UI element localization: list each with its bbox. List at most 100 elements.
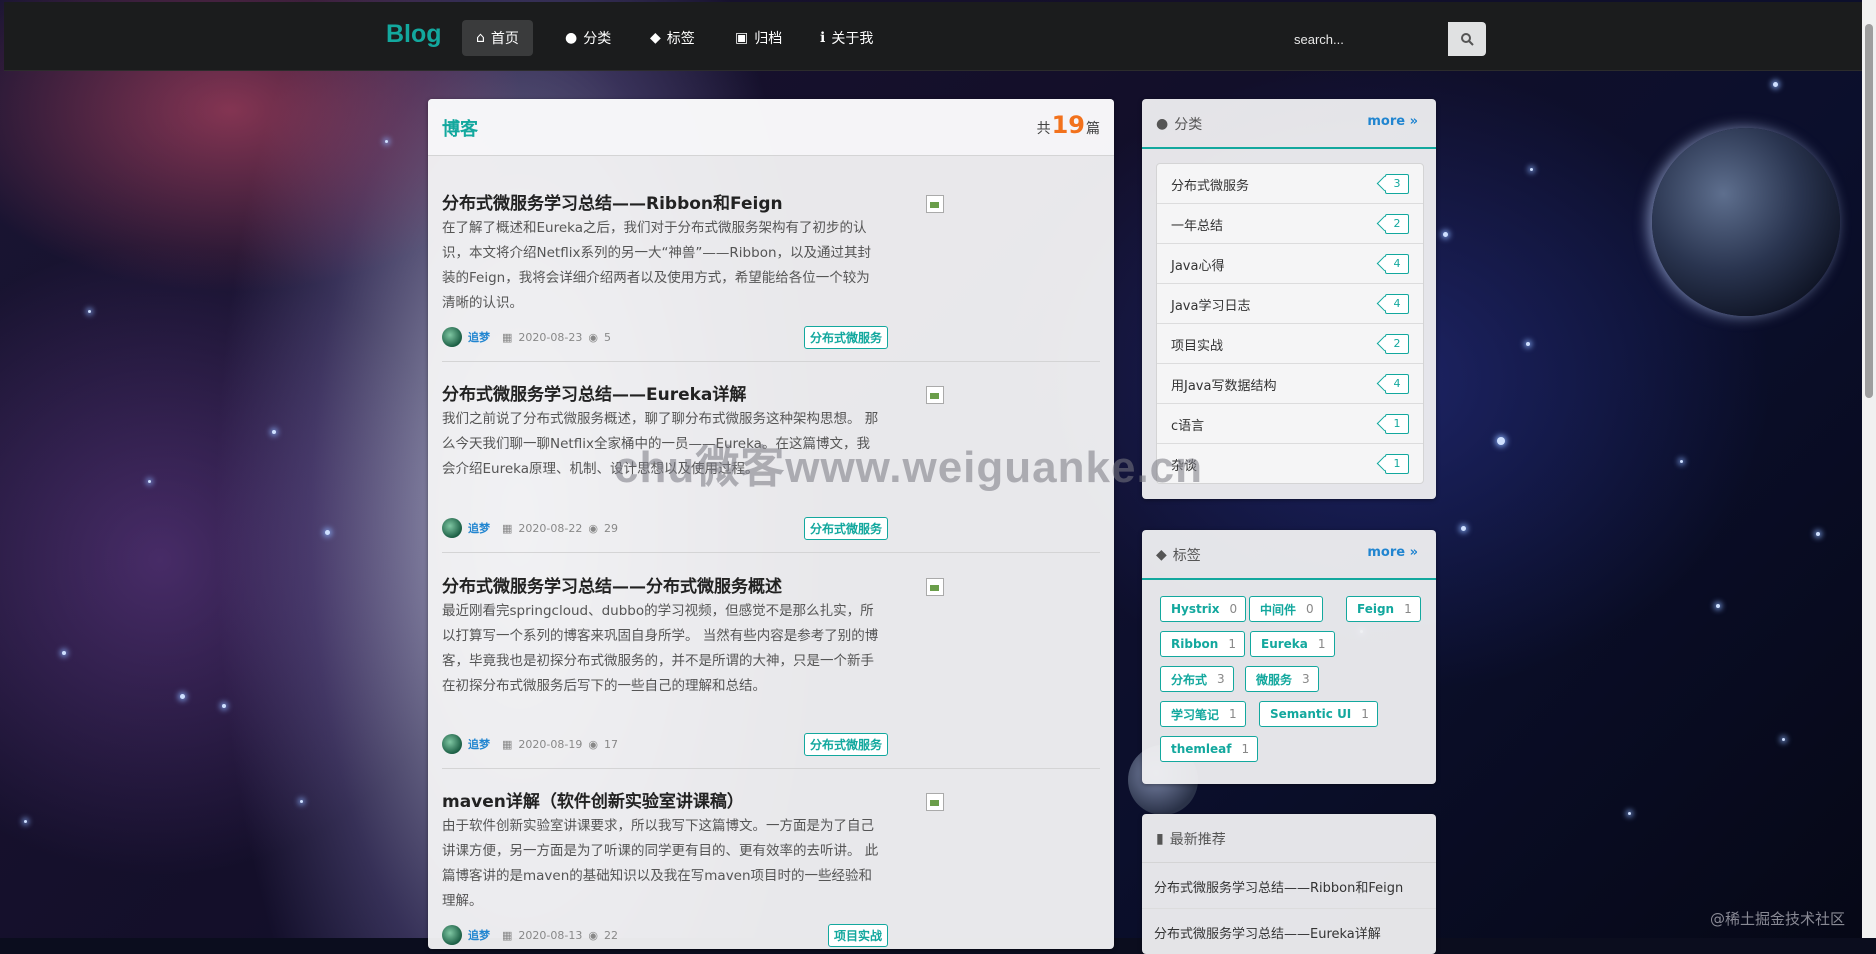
recommend-panel-header: ▮ 最新推荐: [1142, 814, 1436, 863]
watermark-text: chu微客www.weiguanke.cn: [614, 443, 1204, 492]
post-category-label[interactable]: 分布式微服务: [803, 517, 888, 540]
post-meta: 追梦 ▦ 2020-08-23 ◉ 5: [442, 327, 611, 347]
page-scrollbar[interactable]: [1862, 0, 1876, 938]
post-thumbnail[interactable]: [926, 386, 944, 404]
tag-item[interactable]: 学习笔记 1: [1160, 701, 1246, 727]
calendar-icon: ▦: [502, 928, 513, 942]
category-count: 3: [1385, 174, 1409, 194]
post-views: 17: [603, 737, 618, 751]
double-chevron-right-icon: »: [1409, 545, 1418, 560]
tag-item[interactable]: Feign 1: [1346, 596, 1421, 622]
tag-more-link[interactable]: more »: [1367, 545, 1418, 560]
post-category-label[interactable]: 分布式微服务: [803, 733, 888, 756]
category-count: 1: [1385, 454, 1409, 474]
tag-item[interactable]: themleaf 1: [1160, 736, 1259, 762]
eye-icon: ◉: [588, 737, 598, 751]
post-summary: 最近刚看完springcloud、dubbo的学习视频，但感觉不是那么扎实，所以…: [442, 603, 879, 694]
search-input[interactable]: [1280, 22, 1448, 56]
nav-item-about[interactable]: ℹ 关于我: [806, 20, 887, 56]
tag-item[interactable]: Semantic UI 1: [1259, 701, 1378, 727]
top-navbar: Blog ⌂ 首页 ● 分类 ◆ 标签 ▣ 归档 ℹ 关于我: [4, 2, 1862, 71]
nav-item-label: 分类: [583, 31, 612, 47]
category-count: 1: [1385, 414, 1409, 434]
recommend-panel: ▮ 最新推荐 分布式微服务学习总结——Ribbon和Feign 分布式微服务学习…: [1142, 814, 1436, 954]
post-author[interactable]: 追梦: [468, 736, 490, 752]
blog-post-item[interactable]: 分布式微服务学习总结——Ribbon和Feign 在了解了概述和Eureka之后…: [442, 189, 1100, 362]
eye-icon: ◉: [588, 521, 598, 535]
avatar: [442, 925, 462, 945]
post-thumbnail[interactable]: [926, 195, 944, 213]
post-meta: 追梦 ▦ 2020-08-22 ◉ 29: [442, 518, 618, 538]
post-title[interactable]: 分布式微服务学习总结——Eureka详解: [442, 380, 746, 405]
blog-list-title: 博客: [442, 119, 478, 140]
tag-item[interactable]: 微服务 3: [1245, 666, 1319, 692]
avatar: [442, 327, 462, 347]
post-category-label[interactable]: 项目实战: [827, 924, 888, 947]
post-category-label[interactable]: 分布式微服务: [803, 326, 888, 349]
blog-post-item[interactable]: maven详解（软件创新实验室讲课稿） 由于软件创新实验室讲课要求，所以我写下这…: [442, 787, 1100, 949]
category-item[interactable]: 一年总结 2: [1157, 204, 1423, 244]
nav-item-category[interactable]: ● 分类: [551, 20, 625, 56]
calendar-icon: ▦: [502, 330, 513, 344]
post-views: 5: [603, 330, 611, 344]
category-count: 2: [1385, 214, 1409, 234]
nav-item-home[interactable]: ⌂ 首页: [462, 20, 533, 56]
category-item[interactable]: 分布式微服务 3: [1157, 164, 1423, 204]
category-more-link[interactable]: more »: [1367, 114, 1418, 129]
post-author[interactable]: 追梦: [468, 927, 490, 943]
post-views: 22: [603, 928, 618, 942]
category-panel-header: ● 分类 more »: [1142, 99, 1436, 149]
post-date: 2020-08-19: [518, 737, 583, 751]
tag-item[interactable]: Ribbon 1: [1160, 631, 1245, 657]
post-title[interactable]: 分布式微服务学习总结——分布式微服务概述: [442, 572, 782, 597]
brand-logo[interactable]: Blog: [386, 20, 442, 49]
tag-panel-title: ◆ 标签: [1156, 547, 1201, 564]
home-icon: ⌂: [476, 30, 485, 46]
nav-item-tags[interactable]: ◆ 标签: [636, 20, 709, 56]
category-count: 4: [1385, 374, 1409, 394]
lightbulb-icon: ●: [1156, 116, 1169, 132]
nav-item-label: 标签: [666, 31, 695, 47]
post-meta: 追梦 ▦ 2020-08-13 ◉ 22: [442, 925, 618, 945]
tag-panel-header: ◆ 标签 more »: [1142, 530, 1436, 580]
tag-item[interactable]: Hystrix 0: [1160, 596, 1247, 622]
scrollbar-thumb[interactable]: [1865, 24, 1873, 398]
blog-list-panel: 博客 共19篇 分布式微服务学习总结——Ribbon和Feign 在了解了概述和…: [428, 99, 1114, 949]
avatar: [442, 734, 462, 754]
blog-count-number: 19: [1051, 111, 1085, 139]
recommend-item[interactable]: 分布式微服务学习总结——Eureka详解: [1142, 909, 1436, 954]
post-date: 2020-08-22: [518, 521, 583, 535]
post-thumbnail[interactable]: [926, 793, 944, 811]
tag-item[interactable]: 中间件 0: [1249, 596, 1323, 622]
post-summary: 由于软件创新实验室讲课要求，所以我写下这篇博文。一方面是为了自己讲课方便，另一方…: [442, 818, 879, 909]
post-thumbnail[interactable]: [926, 578, 944, 596]
planet-image: [1652, 128, 1840, 316]
avatar: [442, 518, 462, 538]
lightbulb-icon: ●: [565, 30, 578, 46]
clone-icon: ▣: [735, 30, 749, 46]
blog-count: 共19篇: [1036, 111, 1100, 139]
post-title[interactable]: maven详解（软件创新实验室讲课稿）: [442, 787, 744, 812]
post-author[interactable]: 追梦: [468, 329, 490, 345]
post-date: 2020-08-23: [518, 330, 583, 344]
recommend-panel-title: ▮ 最新推荐: [1156, 831, 1226, 848]
category-panel-title: ● 分类: [1156, 116, 1203, 133]
post-author[interactable]: 追梦: [468, 520, 490, 536]
category-count: 4: [1385, 294, 1409, 314]
blog-post-item[interactable]: 分布式微服务学习总结——分布式微服务概述 最近刚看完springcloud、du…: [442, 572, 1100, 769]
recommend-item[interactable]: 分布式微服务学习总结——Ribbon和Feign: [1142, 863, 1436, 909]
double-chevron-right-icon: »: [1409, 114, 1418, 129]
tags-icon: ◆: [1156, 547, 1167, 563]
tag-item[interactable]: Eureka 1: [1250, 631, 1335, 657]
search-button[interactable]: [1448, 22, 1486, 56]
nav-item-label: 归档: [754, 31, 783, 47]
info-icon: ℹ: [820, 30, 826, 46]
credit-text: @稀土掘金技术社区: [1710, 910, 1846, 928]
category-item[interactable]: 项目实战 2: [1157, 324, 1423, 364]
category-item[interactable]: 用Java写数据结构 4: [1157, 364, 1423, 404]
category-item[interactable]: Java心得 4: [1157, 244, 1423, 284]
nav-item-archive[interactable]: ▣ 归档: [721, 20, 796, 56]
tag-item[interactable]: 分布式 3: [1160, 666, 1234, 692]
post-title[interactable]: 分布式微服务学习总结——Ribbon和Feign: [442, 189, 783, 214]
category-item[interactable]: Java学习日志 4: [1157, 284, 1423, 324]
